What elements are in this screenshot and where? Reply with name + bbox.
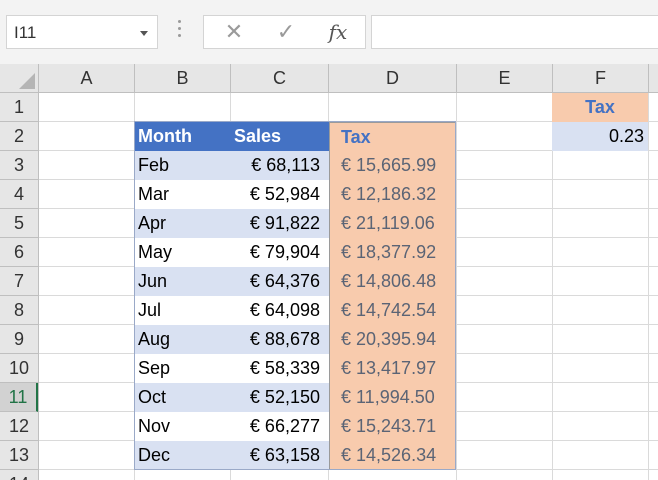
column-headers: A B C D E F bbox=[0, 64, 658, 93]
month-cell[interactable]: Nov bbox=[134, 412, 230, 441]
month-cell[interactable]: Feb bbox=[134, 151, 230, 180]
month-cell[interactable]: Apr bbox=[134, 209, 230, 238]
month-cell[interactable]: Aug bbox=[134, 325, 230, 354]
sales-cell[interactable]: € 66,277 bbox=[230, 412, 329, 441]
row-header-3[interactable]: 3 bbox=[0, 151, 38, 180]
row-header-8[interactable]: 8 bbox=[0, 296, 38, 325]
column-header-f[interactable]: F bbox=[553, 64, 649, 92]
month-cell[interactable]: Sep bbox=[134, 354, 230, 383]
sales-cell[interactable]: € 52,984 bbox=[230, 180, 329, 209]
insert-function-button[interactable]: fx bbox=[316, 16, 360, 48]
row-header-6[interactable]: 6 bbox=[0, 238, 38, 267]
table-header-month[interactable]: Month bbox=[134, 122, 230, 151]
row-header-7[interactable]: 7 bbox=[0, 267, 38, 296]
month-cell[interactable]: Dec bbox=[134, 441, 230, 470]
formula-buttons: ✕ ✓ fx bbox=[203, 15, 366, 49]
tax-cell[interactable]: € 18,377.92 bbox=[329, 238, 456, 267]
sales-cell[interactable]: € 79,904 bbox=[230, 238, 329, 267]
row-header-9[interactable]: 9 bbox=[0, 325, 38, 354]
column-header-c[interactable]: C bbox=[231, 64, 329, 92]
cell-grid[interactable]: Month Sales Tax Feb € 68,113 € 15,665.99… bbox=[39, 93, 658, 480]
tax-cell[interactable]: € 12,186.32 bbox=[329, 180, 456, 209]
select-all-button[interactable] bbox=[0, 64, 39, 92]
tax-rate-label[interactable]: Tax bbox=[552, 93, 648, 122]
tax-cell[interactable]: € 20,395.94 bbox=[329, 325, 456, 354]
name-box[interactable]: I11 bbox=[6, 15, 158, 49]
formula-bar-area: I11 ✕ ✓ fx bbox=[0, 0, 658, 64]
cancel-icon[interactable]: ✕ bbox=[212, 16, 256, 48]
tax-cell[interactable]: € 13,417.97 bbox=[329, 354, 456, 383]
formula-bar-resize-handle[interactable] bbox=[176, 20, 182, 42]
name-box-dropdown-icon[interactable] bbox=[140, 31, 148, 36]
sales-cell[interactable]: € 64,098 bbox=[230, 296, 329, 325]
tax-cell[interactable]: € 11,994.50 bbox=[329, 383, 456, 412]
row-header-13[interactable]: 13 bbox=[0, 441, 38, 470]
sales-cell[interactable]: € 91,822 bbox=[230, 209, 329, 238]
gridline bbox=[456, 93, 457, 480]
row-headers: 1 2 3 4 5 6 7 8 9 10 11 12 13 14 bbox=[0, 93, 39, 480]
tax-cell[interactable]: € 15,243.71 bbox=[329, 412, 456, 441]
month-cell[interactable]: May bbox=[134, 238, 230, 267]
column-header-a[interactable]: A bbox=[39, 64, 135, 92]
tax-cell[interactable]: € 14,806.48 bbox=[329, 267, 456, 296]
gridline bbox=[552, 93, 553, 480]
name-box-value: I11 bbox=[14, 23, 37, 42]
gridline bbox=[648, 93, 649, 480]
month-cell[interactable]: Oct bbox=[134, 383, 230, 412]
month-cell[interactable]: Jul bbox=[134, 296, 230, 325]
column-header-e[interactable]: E bbox=[457, 64, 553, 92]
formula-input[interactable] bbox=[371, 15, 658, 49]
sales-cell[interactable]: € 52,150 bbox=[230, 383, 329, 412]
sales-cell[interactable]: € 63,158 bbox=[230, 441, 329, 470]
table-header-tax[interactable]: Tax bbox=[329, 122, 456, 151]
tax-cell[interactable]: € 15,665.99 bbox=[329, 151, 456, 180]
row-header-12[interactable]: 12 bbox=[0, 412, 38, 441]
tax-cell[interactable]: € 14,526.34 bbox=[329, 441, 456, 470]
enter-check-icon[interactable]: ✓ bbox=[264, 16, 308, 48]
sales-cell[interactable]: € 68,113 bbox=[230, 151, 329, 180]
row-header-10[interactable]: 10 bbox=[0, 354, 38, 383]
tax-cell[interactable]: € 14,742.54 bbox=[329, 296, 456, 325]
row-header-14[interactable]: 14 bbox=[0, 470, 38, 480]
row-header-11[interactable]: 11 bbox=[0, 383, 38, 412]
column-header-d[interactable]: D bbox=[329, 64, 457, 92]
table-header-sales[interactable]: Sales bbox=[230, 122, 329, 151]
row-header-2[interactable]: 2 bbox=[0, 122, 38, 151]
tax-cell[interactable]: € 21,119.06 bbox=[329, 209, 456, 238]
month-cell[interactable]: Jun bbox=[134, 267, 230, 296]
row-header-5[interactable]: 5 bbox=[0, 209, 38, 238]
sales-cell[interactable]: € 88,678 bbox=[230, 325, 329, 354]
sales-cell[interactable]: € 64,376 bbox=[230, 267, 329, 296]
sales-cell[interactable]: € 58,339 bbox=[230, 354, 329, 383]
select-all-icon bbox=[19, 73, 35, 89]
row-header-4[interactable]: 4 bbox=[0, 180, 38, 209]
column-header-b[interactable]: B bbox=[135, 64, 231, 92]
month-cell[interactable]: Mar bbox=[134, 180, 230, 209]
tax-rate-value[interactable]: 0.23 bbox=[552, 122, 648, 151]
row-header-1[interactable]: 1 bbox=[0, 93, 38, 122]
